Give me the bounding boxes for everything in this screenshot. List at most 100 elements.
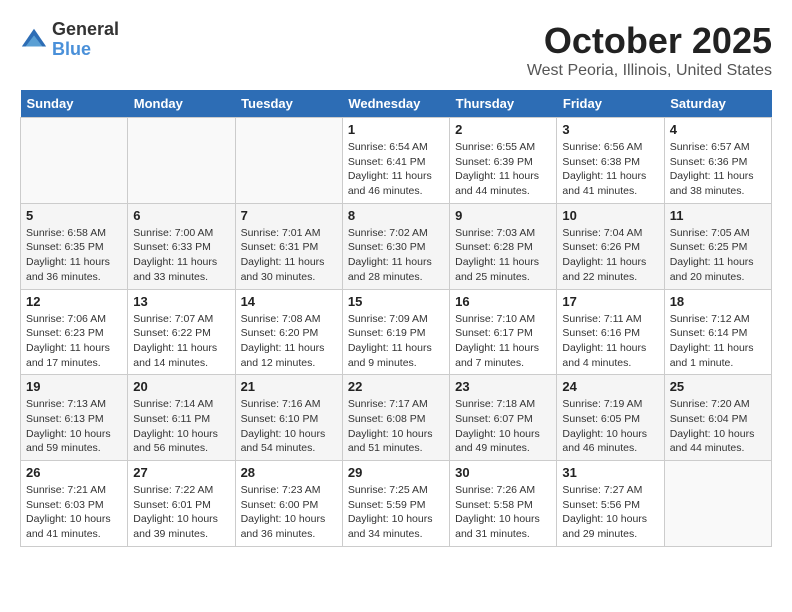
calendar-day-cell: 5Sunrise: 6:58 AMSunset: 6:35 PMDaylight… xyxy=(21,203,128,289)
day-detail: Sunrise: 6:58 AMSunset: 6:35 PMDaylight:… xyxy=(26,226,122,285)
day-of-week-saturday: Saturday xyxy=(664,90,771,118)
calendar-week-row: 5Sunrise: 6:58 AMSunset: 6:35 PMDaylight… xyxy=(21,203,772,289)
day-number: 23 xyxy=(455,379,551,394)
day-of-week-monday: Monday xyxy=(128,90,235,118)
calendar-title: October 2025 xyxy=(527,20,772,62)
calendar-day-cell: 28Sunrise: 7:23 AMSunset: 6:00 PMDayligh… xyxy=(235,461,342,547)
logo-line1: General xyxy=(52,20,119,40)
day-number: 4 xyxy=(670,122,766,137)
day-detail: Sunrise: 6:56 AMSunset: 6:38 PMDaylight:… xyxy=(562,140,658,199)
day-detail: Sunrise: 7:21 AMSunset: 6:03 PMDaylight:… xyxy=(26,483,122,542)
day-number: 26 xyxy=(26,465,122,480)
calendar-day-cell: 4 Sunrise: 6:57 AMSunset: 6:36 PMDaylight… xyxy=(664,118,771,204)
calendar-day-cell: 27 Sunrise: 7:22 AMSunset: 6:01 PMDayligh… xyxy=(128,461,235,547)
day-number: 18 xyxy=(670,294,766,309)
calendar-day-cell: 1Sunrise: 6:54 AMSunset: 6:41 PMDaylight… xyxy=(342,118,449,204)
day-number: 9 xyxy=(455,208,551,223)
calendar-day-cell: 14 Sunrise: 7:08 AMSunset: 6:20 PMDayligh… xyxy=(235,289,342,375)
calendar-day-cell: 2Sunrise: 6:55 AMSunset: 6:39 PMDaylight… xyxy=(450,118,557,204)
day-of-week-wednesday: Wednesday xyxy=(342,90,449,118)
day-detail: Sunrise: 7:08 AMSunset: 6:20 PMDaylight:… xyxy=(241,312,337,371)
calendar-day-cell xyxy=(235,118,342,204)
calendar-day-cell: 7 Sunrise: 7:01 AMSunset: 6:31 PMDaylight… xyxy=(235,203,342,289)
day-detail: Sunrise: 7:20 AMSunset: 6:04 PMDaylight:… xyxy=(670,397,766,456)
calendar-day-cell: 16 Sunrise: 7:10 AMSunset: 6:17 PMDayligh… xyxy=(450,289,557,375)
calendar-header-row: SundayMondayTuesdayWednesdayThursdayFrid… xyxy=(21,90,772,118)
day-detail: Sunrise: 7:14 AMSunset: 6:11 PMDaylight:… xyxy=(133,397,229,456)
day-number: 12 xyxy=(26,294,122,309)
day-detail: Sunrise: 7:13 AMSunset: 6:13 PMDaylight:… xyxy=(26,397,122,456)
day-number: 11 xyxy=(670,208,766,223)
day-number: 6 xyxy=(133,208,229,223)
page-header: General Blue October 2025 West Peoria, I… xyxy=(20,20,772,80)
day-detail: Sunrise: 7:25 AMSunset: 5:59 PMDaylight:… xyxy=(348,483,444,542)
day-detail: Sunrise: 7:05 AMSunset: 6:25 PMDaylight:… xyxy=(670,226,766,285)
day-number: 15 xyxy=(348,294,444,309)
calendar-day-cell: 26 Sunrise: 7:21 AMSunset: 6:03 PMDayligh… xyxy=(21,461,128,547)
day-detail: Sunrise: 7:01 AMSunset: 6:31 PMDaylight:… xyxy=(241,226,337,285)
day-number: 28 xyxy=(241,465,337,480)
day-detail: Sunrise: 7:10 AMSunset: 6:17 PMDaylight:… xyxy=(455,312,551,371)
calendar-day-cell: 10 Sunrise: 7:04 AMSunset: 6:26 PMDayligh… xyxy=(557,203,664,289)
day-detail: Sunrise: 7:04 AMSunset: 6:26 PMDaylight:… xyxy=(562,226,658,285)
day-number: 7 xyxy=(241,208,337,223)
day-number: 25 xyxy=(670,379,766,394)
day-detail: Sunrise: 6:55 AMSunset: 6:39 PMDaylight:… xyxy=(455,140,551,199)
day-detail: Sunrise: 7:09 AMSunset: 6:19 PMDaylight:… xyxy=(348,312,444,371)
day-number: 17 xyxy=(562,294,658,309)
day-number: 13 xyxy=(133,294,229,309)
day-detail: Sunrise: 7:18 AMSunset: 6:07 PMDaylight:… xyxy=(455,397,551,456)
day-detail: Sunrise: 6:57 AMSunset: 6:36 PMDaylight:… xyxy=(670,140,766,199)
day-number: 16 xyxy=(455,294,551,309)
calendar-day-cell: 8Sunrise: 7:02 AMSunset: 6:30 PMDaylight… xyxy=(342,203,449,289)
calendar-week-row: 26 Sunrise: 7:21 AMSunset: 6:03 PMDayligh… xyxy=(21,461,772,547)
calendar-day-cell: 13 Sunrise: 7:07 AMSunset: 6:22 PMDayligh… xyxy=(128,289,235,375)
day-number: 3 xyxy=(562,122,658,137)
calendar-day-cell: 17 Sunrise: 7:11 AMSunset: 6:16 PMDayligh… xyxy=(557,289,664,375)
day-of-week-tuesday: Tuesday xyxy=(235,90,342,118)
calendar-day-cell: 3 Sunrise: 6:56 AMSunset: 6:38 PMDaylight… xyxy=(557,118,664,204)
calendar-day-cell: 25 Sunrise: 7:20 AMSunset: 6:04 PMDayligh… xyxy=(664,375,771,461)
calendar-subtitle: West Peoria, Illinois, United States xyxy=(527,62,772,80)
logo-text: General Blue xyxy=(52,20,119,60)
calendar-day-cell xyxy=(664,461,771,547)
logo-icon xyxy=(20,26,48,54)
day-detail: Sunrise: 7:19 AMSunset: 6:05 PMDaylight:… xyxy=(562,397,658,456)
calendar-day-cell: 6 Sunrise: 7:00 AMSunset: 6:33 PMDaylight… xyxy=(128,203,235,289)
day-detail: Sunrise: 7:12 AMSunset: 6:14 PMDaylight:… xyxy=(670,312,766,371)
calendar-day-cell: 23 Sunrise: 7:18 AMSunset: 6:07 PMDayligh… xyxy=(450,375,557,461)
day-number: 24 xyxy=(562,379,658,394)
calendar-day-cell: 22 Sunrise: 7:17 AMSunset: 6:08 PMDayligh… xyxy=(342,375,449,461)
day-number: 14 xyxy=(241,294,337,309)
calendar-day-cell: 15 Sunrise: 7:09 AMSunset: 6:19 PMDayligh… xyxy=(342,289,449,375)
day-number: 10 xyxy=(562,208,658,223)
calendar-day-cell: 24 Sunrise: 7:19 AMSunset: 6:05 PMDayligh… xyxy=(557,375,664,461)
calendar-day-cell: 12 Sunrise: 7:06 AMSunset: 6:23 PMDayligh… xyxy=(21,289,128,375)
day-number: 20 xyxy=(133,379,229,394)
logo-line2: Blue xyxy=(52,40,119,60)
day-of-week-thursday: Thursday xyxy=(450,90,557,118)
day-detail: Sunrise: 7:17 AMSunset: 6:08 PMDaylight:… xyxy=(348,397,444,456)
day-number: 1 xyxy=(348,122,444,137)
day-of-week-sunday: Sunday xyxy=(21,90,128,118)
day-detail: Sunrise: 7:00 AMSunset: 6:33 PMDaylight:… xyxy=(133,226,229,285)
calendar-day-cell: 9Sunrise: 7:03 AMSunset: 6:28 PMDaylight… xyxy=(450,203,557,289)
day-detail: Sunrise: 7:06 AMSunset: 6:23 PMDaylight:… xyxy=(26,312,122,371)
calendar-day-cell: 21Sunrise: 7:16 AMSunset: 6:10 PMDayligh… xyxy=(235,375,342,461)
day-number: 22 xyxy=(348,379,444,394)
day-detail: Sunrise: 7:07 AMSunset: 6:22 PMDaylight:… xyxy=(133,312,229,371)
day-detail: Sunrise: 7:22 AMSunset: 6:01 PMDaylight:… xyxy=(133,483,229,542)
day-detail: Sunrise: 7:11 AMSunset: 6:16 PMDaylight:… xyxy=(562,312,658,371)
day-detail: Sunrise: 7:27 AMSunset: 5:56 PMDaylight:… xyxy=(562,483,658,542)
day-number: 27 xyxy=(133,465,229,480)
calendar-day-cell: 18 Sunrise: 7:12 AMSunset: 6:14 PMDayligh… xyxy=(664,289,771,375)
calendar-day-cell xyxy=(21,118,128,204)
calendar-day-cell: 11 Sunrise: 7:05 AMSunset: 6:25 PMDayligh… xyxy=(664,203,771,289)
day-number: 21 xyxy=(241,379,337,394)
calendar-day-cell: 20 Sunrise: 7:14 AMSunset: 6:11 PMDayligh… xyxy=(128,375,235,461)
day-number: 31 xyxy=(562,465,658,480)
logo: General Blue xyxy=(20,20,119,60)
calendar-day-cell: 31 Sunrise: 7:27 AMSunset: 5:56 PMDayligh… xyxy=(557,461,664,547)
calendar-table: SundayMondayTuesdayWednesdayThursdayFrid… xyxy=(20,90,772,547)
day-number: 8 xyxy=(348,208,444,223)
